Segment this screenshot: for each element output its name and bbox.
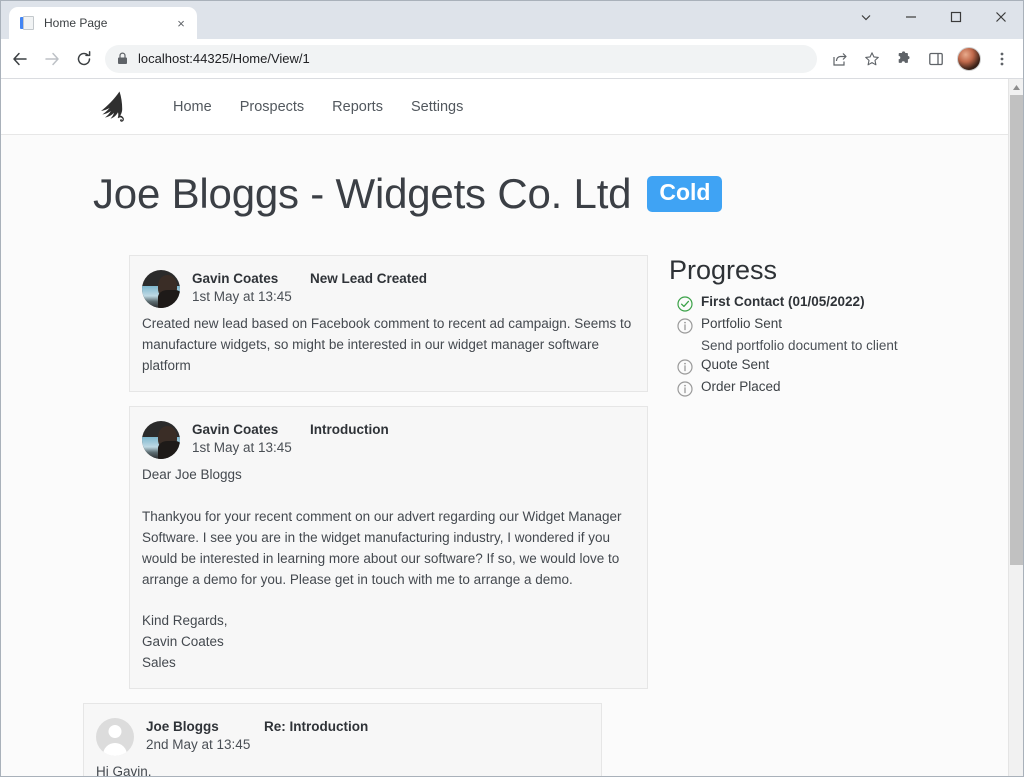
sender-name: Gavin Coates (192, 271, 279, 287)
reload-icon[interactable] (69, 44, 99, 74)
main-grid: Gavin Coates New Lead Created 1st May at… (1, 217, 1008, 776)
page-icon (20, 15, 36, 31)
progress-item-order-placed[interactable]: Order Placed (669, 377, 1008, 399)
page-viewport: Home Prospects Reports Settings Joe Blog… (1, 79, 1023, 776)
scrollbar-track[interactable] (1009, 95, 1024, 776)
browser-toolbar: localhost:44325/Home/View/1 (1, 39, 1023, 79)
minimize-icon[interactable] (888, 1, 933, 33)
card-subject: Re: Introduction (264, 719, 369, 735)
card-body: Created new lead based on Facebook comme… (142, 316, 636, 374)
timestamp: 1st May at 13:45 (192, 439, 292, 455)
nav-link-reports[interactable]: Reports (318, 93, 397, 121)
timestamp: 1st May at 13:45 (192, 289, 292, 305)
toolbar-actions (825, 44, 1017, 74)
sender-name: Joe Bloggs (146, 719, 219, 735)
timestamp: 2nd May at 13:45 (146, 737, 251, 753)
progress-label: Quote Sent (701, 357, 770, 373)
progress-item-portfolio-sent[interactable]: Portfolio Sent (669, 314, 1008, 336)
card-body: Dear Joe Bloggs Thankyou for your recent… (142, 466, 622, 671)
close-icon[interactable] (978, 1, 1023, 33)
card-subject: Introduction (310, 421, 389, 437)
progress-panel: Progress First Contact (01/05/2022) Port… (649, 255, 1008, 399)
web-page: Home Prospects Reports Settings Joe Blog… (1, 79, 1008, 776)
nav-link-settings[interactable]: Settings (397, 93, 477, 121)
tab-title: Home Page (44, 16, 108, 30)
page-title: Joe Bloggs - Widgets Co. Ltd (93, 170, 632, 217)
progress-label: Portfolio Sent (701, 316, 783, 332)
activity-timeline: Gavin Coates New Lead Created 1st May at… (1, 255, 649, 776)
progress-item-quote-sent[interactable]: Quote Sent (669, 355, 1008, 377)
star-icon[interactable] (857, 44, 887, 74)
scrollbar-thumb[interactable] (1009, 95, 1023, 565)
info-circle-icon (677, 359, 693, 375)
card-body: Hi Gavin, Yes, we are in the widget manu… (96, 764, 152, 776)
address-bar[interactable]: localhost:44325/Home/View/1 (105, 44, 817, 73)
progress-label: Order Placed (701, 379, 781, 395)
page-content: Joe Bloggs - Widgets Co. Ltd Cold Gavin … (1, 135, 1008, 776)
card-header: Gavin Coates New Lead Created 1st May at… (142, 270, 633, 309)
timeline-card[interactable]: Gavin Coates New Lead Created 1st May at… (129, 255, 648, 392)
scroll-up-arrow-icon[interactable] (1009, 79, 1024, 95)
avatar (142, 270, 180, 309)
card-meta: Gavin Coates Introduction 1st May at 13:… (192, 421, 633, 455)
progress-title: Progress (669, 255, 778, 286)
status-badge: Cold (647, 176, 723, 212)
side-panel-icon[interactable] (921, 44, 951, 74)
tab-close-icon[interactable]: × (173, 15, 189, 31)
progress-subtext: Send portfolio document to client (701, 338, 898, 354)
card-header: Gavin Coates Introduction 1st May at 13:… (142, 420, 633, 459)
avatar (142, 420, 180, 459)
card-meta: Gavin Coates New Lead Created 1st May at… (192, 270, 633, 304)
check-circle-icon (677, 296, 693, 312)
card-subject: New Lead Created (310, 271, 428, 287)
puzzle-icon[interactable] (889, 44, 919, 74)
progress-item-first-contact[interactable]: First Contact (01/05/2022) (669, 292, 1008, 314)
tab-search-chevron-down-icon[interactable] (843, 1, 888, 33)
forward-arrow-icon[interactable] (37, 44, 67, 74)
timeline-card[interactable]: Joe Bloggs Re: Introduction 2nd May at 1… (83, 703, 602, 776)
page-scrollbar[interactable] (1008, 79, 1023, 776)
info-circle-icon (677, 318, 693, 334)
maximize-icon[interactable] (933, 1, 978, 33)
nav-links: Home Prospects Reports Settings (159, 93, 477, 121)
card-header: Joe Bloggs Re: Introduction 2nd May at 1… (96, 718, 587, 757)
card-meta: Joe Bloggs Re: Introduction 2nd May at 1… (146, 718, 587, 752)
site-navbar: Home Prospects Reports Settings (1, 79, 1008, 135)
page-title-row: Joe Bloggs - Widgets Co. Ltd Cold (1, 135, 1008, 217)
info-circle-icon (677, 381, 693, 397)
share-icon[interactable] (825, 44, 855, 74)
tab-strip: Home Page × (1, 1, 1023, 39)
avatar (96, 718, 134, 757)
back-arrow-icon[interactable] (5, 44, 35, 74)
kebab-menu-icon[interactable] (987, 44, 1017, 74)
eagle-wing-logo-icon[interactable] (93, 87, 133, 127)
progress-label: First Contact (01/05/2022) (701, 294, 865, 310)
sender-name: Gavin Coates (192, 421, 279, 437)
nav-link-home[interactable]: Home (159, 93, 226, 121)
url-text: localhost:44325/Home/View/1 (138, 51, 310, 66)
browser-window: Home Page × localhost:44325/Home/View/1 … (0, 0, 1024, 777)
timeline-card[interactable]: Gavin Coates Introduction 1st May at 13:… (129, 405, 648, 690)
browser-tab[interactable]: Home Page × (9, 7, 197, 39)
profile-avatar[interactable] (957, 46, 981, 71)
nav-link-prospects[interactable]: Prospects (226, 93, 318, 121)
lock-icon (117, 52, 128, 65)
window-controls (843, 1, 1023, 33)
